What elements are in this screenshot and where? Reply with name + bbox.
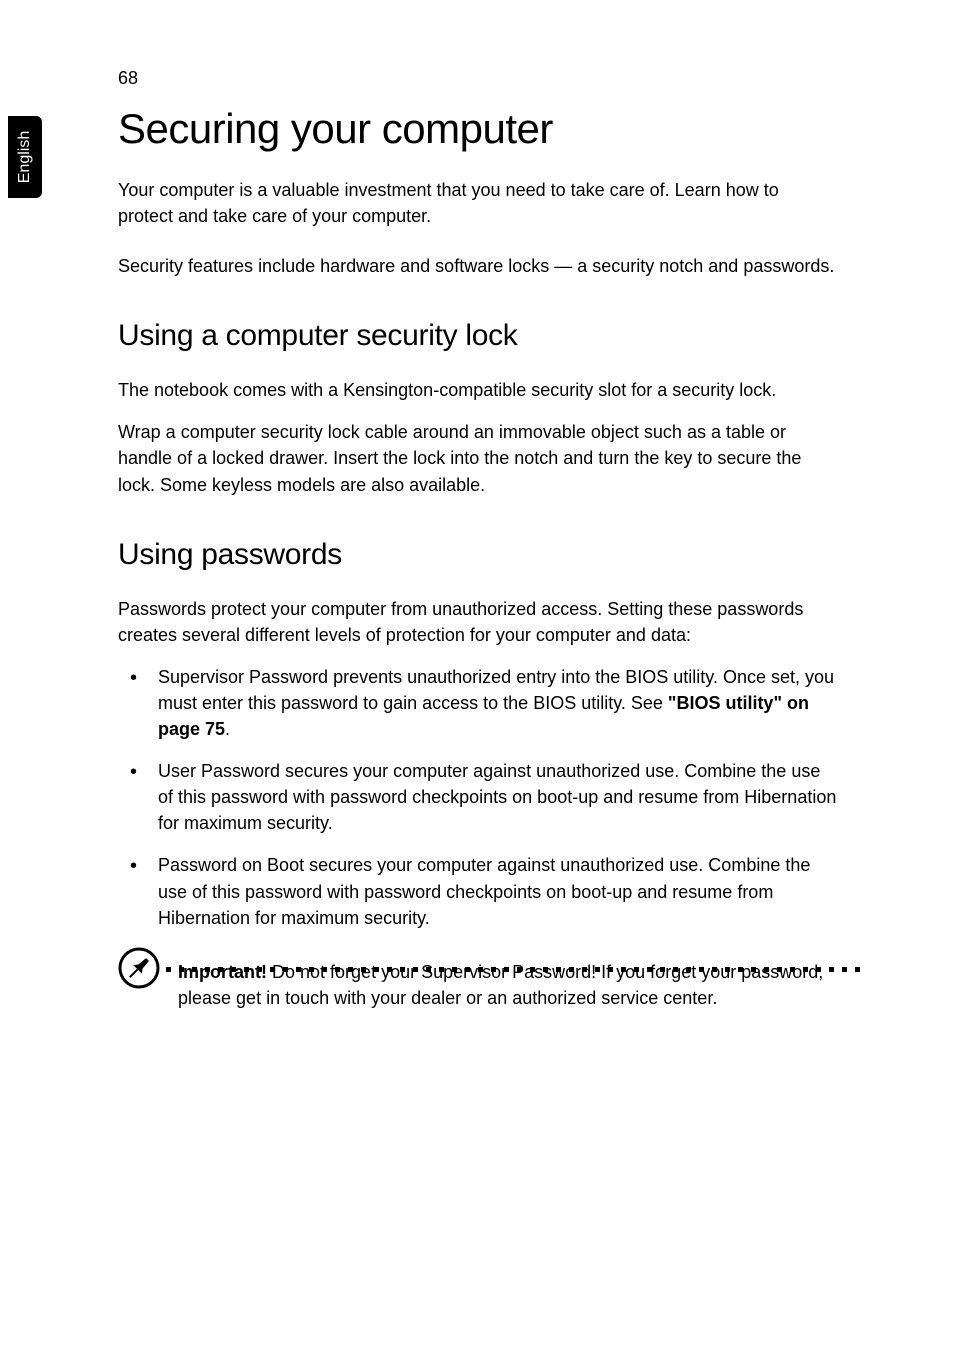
- intro-paragraph-2: Security features include hardware and s…: [118, 253, 838, 279]
- section-heading-security-lock: Using a computer security lock: [118, 319, 838, 353]
- dotted-divider: [166, 967, 866, 973]
- language-label: English: [16, 131, 34, 183]
- list-item: User Password secures your computer agai…: [118, 758, 838, 836]
- page-number: 68: [118, 68, 138, 89]
- page-content: Securing your computer Your computer is …: [118, 105, 838, 1011]
- pin-icon: [118, 947, 160, 989]
- language-tab: English: [8, 116, 42, 198]
- section1-paragraph-2: Wrap a computer security lock cable arou…: [118, 419, 838, 497]
- section1-paragraph-1: The notebook comes with a Kensington-com…: [118, 377, 838, 403]
- page-title: Securing your computer: [118, 105, 838, 153]
- password-bullet-list: Supervisor Password prevents unauthorize…: [118, 664, 838, 931]
- bullet1-text-part2: .: [225, 719, 230, 739]
- important-note-block: Important! Do not forget your Supervisor…: [118, 959, 838, 1011]
- section-heading-passwords: Using passwords: [118, 538, 838, 572]
- section2-intro: Passwords protect your computer from una…: [118, 596, 838, 648]
- intro-paragraph-1: Your computer is a valuable investment t…: [118, 177, 838, 229]
- list-item: Password on Boot secures your computer a…: [118, 852, 838, 930]
- list-item: Supervisor Password prevents unauthorize…: [118, 664, 838, 742]
